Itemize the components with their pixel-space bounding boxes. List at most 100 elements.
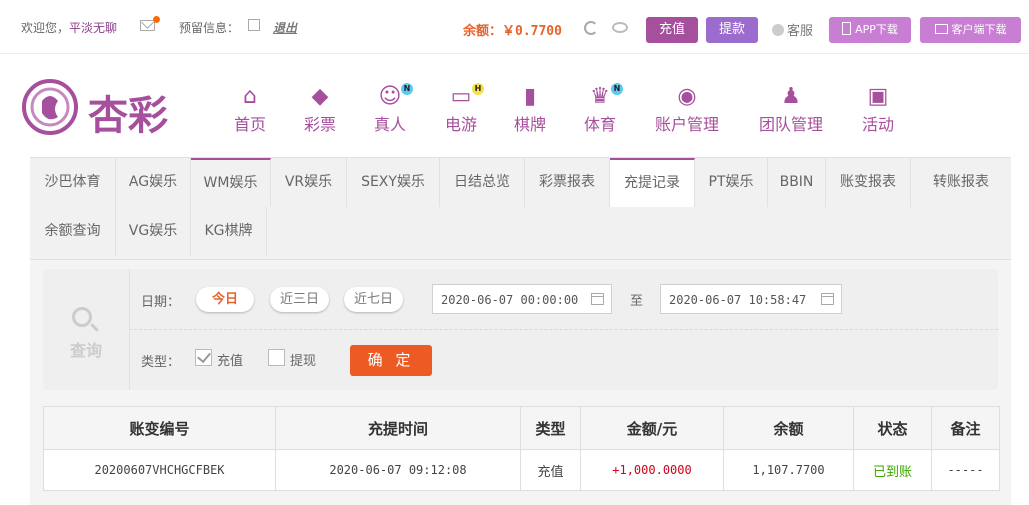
cards-icon: ▮ <box>523 84 537 109</box>
tab-item[interactable]: 余额查询 <box>30 207 116 256</box>
recharge-checkbox[interactable] <box>195 349 212 366</box>
refresh-icon[interactable] <box>584 21 598 35</box>
calendar-icon[interactable] <box>821 293 834 305</box>
type-cell: 充值 <box>520 449 581 491</box>
column-header: 状态 <box>853 406 932 450</box>
app-download-button[interactable]: APP下载 <box>829 17 911 43</box>
lottery-icon: ◆ <box>311 84 329 109</box>
nav-item[interactable]: ⌂ 首页 <box>233 85 267 135</box>
nav-item[interactable]: ♟ 团队管理 <box>757 85 825 135</box>
balance-cell: 1,107.7700 <box>723 449 854 491</box>
divider <box>0 53 1029 54</box>
withdraw-button[interactable]: 提款 <box>706 17 758 43</box>
live-dealer-icon: ☺ N <box>375 83 413 109</box>
edit-icon[interactable] <box>248 19 260 31</box>
filter-panel: 查询 日期： 今日 近三日 近七日 2020-06-07 00:00:00 至 … <box>43 269 998 390</box>
tab-item[interactable]: PT娱乐 <box>695 158 768 207</box>
to-label: 至 <box>630 294 644 309</box>
username[interactable]: 平淡无聊 <box>69 21 117 35</box>
time-cell: 2020-06-07 09:12:08 <box>275 449 521 491</box>
nav-item[interactable]: ◉ 账户管理 <box>653 85 721 135</box>
account-icon: ◉ <box>677 84 697 109</box>
recharge-option-label[interactable]: 充值 <box>217 350 243 369</box>
nav-item[interactable]: ◆ 彩票 <box>303 85 337 135</box>
calendar-icon[interactable] <box>591 293 604 305</box>
trophy-icon: ♛ N <box>585 83 623 109</box>
nav-label: 彩票 <box>303 115 336 134</box>
type-label: 类型： <box>141 355 181 370</box>
nav-label: 电游 <box>444 115 477 134</box>
logout-link[interactable]: 退出 <box>273 19 297 36</box>
nav-item[interactable]: ▮ 棋牌 <box>513 85 547 135</box>
records-table: 账变编号 充提时间 类型 金额/元 余额 状态 备注 20200607VHCHG… <box>43 406 1000 491</box>
status-cell: 已到账 <box>853 449 932 491</box>
table-header-row: 账变编号 充提时间 类型 金额/元 余额 状态 备注 <box>43 406 1000 450</box>
gamepad-icon: ▭ H <box>446 83 484 109</box>
balance-display: 余额：￥0.7700 <box>463 24 562 39</box>
nav-item[interactable]: ▭ H 电游 <box>444 83 484 135</box>
tab-item[interactable]: 沙巴体育 <box>30 158 116 207</box>
search-icon <box>72 307 92 327</box>
tab-item[interactable]: WM娱乐 <box>191 158 271 207</box>
gift-icon: ▣ <box>867 84 889 109</box>
customer-service-link[interactable]: 客服 <box>772 20 813 39</box>
welcome-text: 欢迎您，平淡无聊 <box>21 21 118 35</box>
nav-label: 棋牌 <box>513 115 546 134</box>
logo-icon <box>22 79 78 135</box>
tab-item[interactable]: SEXY娱乐 <box>347 158 440 207</box>
confirm-button[interactable]: 确 定 <box>350 345 432 376</box>
nav-label: 首页 <box>233 115 266 134</box>
reserved-info-label: 预留信息： <box>179 21 240 35</box>
home-icon: ⌂ <box>243 84 257 109</box>
avatar-icon <box>772 24 784 36</box>
tab-item[interactable]: 日结总览 <box>440 158 525 207</box>
date-label: 日期： <box>141 295 181 310</box>
new-badge: H <box>472 83 484 95</box>
column-header: 类型 <box>520 406 581 450</box>
note-cell: ----- <box>931 449 1000 491</box>
tab-item[interactable]: KG棋牌 <box>191 207 267 256</box>
column-header: 账变编号 <box>43 406 276 450</box>
nav-label: 体育 <box>583 115 616 134</box>
top-bar: 欢迎您，平淡无聊 预留信息： 退出 余额：￥0.7700 充值 提款 客服 AP… <box>0 0 1029 56</box>
tab-item[interactable]: AG娱乐 <box>116 158 191 207</box>
logo-text: 杏彩 <box>88 92 168 139</box>
transaction-id-cell: 20200607VHCHGCFBEK <box>43 449 276 491</box>
tab-item[interactable]: 转账报表 <box>911 158 1011 207</box>
column-header: 余额 <box>723 406 854 450</box>
tab-item[interactable]: BBIN <box>768 158 826 207</box>
preset-seven-days[interactable]: 近七日 <box>344 287 403 312</box>
hide-balance-icon[interactable] <box>612 22 628 33</box>
nav-label: 真人 <box>373 115 406 134</box>
team-icon: ♟ <box>781 84 801 109</box>
tab-item[interactable]: 彩票报表 <box>525 158 610 207</box>
end-date-input[interactable]: 2020-06-07 10:58:47 <box>660 284 842 314</box>
tab-item[interactable]: VG娱乐 <box>116 207 191 256</box>
new-badge: N <box>401 83 413 95</box>
nav-item[interactable]: ♛ N 体育 <box>583 83 623 135</box>
unread-dot <box>153 16 160 23</box>
nav-label: 账户管理 <box>654 115 719 134</box>
withdraw-checkbox[interactable] <box>268 349 285 366</box>
recharge-button[interactable]: 充值 <box>646 17 698 43</box>
query-label: 查询 <box>70 341 103 360</box>
nav-label: 团队管理 <box>758 115 823 134</box>
tab-item[interactable]: 账变报表 <box>826 158 911 207</box>
query-section: 查询 <box>43 269 130 390</box>
nav-item[interactable]: ▣ 活动 <box>861 85 895 135</box>
nav-item[interactable]: ☺ N 真人 <box>373 83 413 135</box>
withdraw-option-label[interactable]: 提现 <box>290 350 316 369</box>
start-date-input[interactable]: 2020-06-07 00:00:00 <box>432 284 612 314</box>
monitor-icon <box>934 24 948 34</box>
preset-today[interactable]: 今日 <box>196 287 254 312</box>
new-badge: N <box>611 83 623 95</box>
tab-item[interactable]: 充提记录 <box>610 158 695 207</box>
amount-cell: +1,000.0000 <box>580 449 724 491</box>
column-header: 金额/元 <box>580 406 724 450</box>
client-download-button[interactable]: 客户端下载 <box>920 17 1021 43</box>
phone-icon <box>842 22 852 35</box>
preset-three-days[interactable]: 近三日 <box>270 287 329 312</box>
mail-icon[interactable] <box>140 16 160 31</box>
tab-item[interactable]: VR娱乐 <box>271 158 347 207</box>
nav-label: 活动 <box>861 115 894 134</box>
